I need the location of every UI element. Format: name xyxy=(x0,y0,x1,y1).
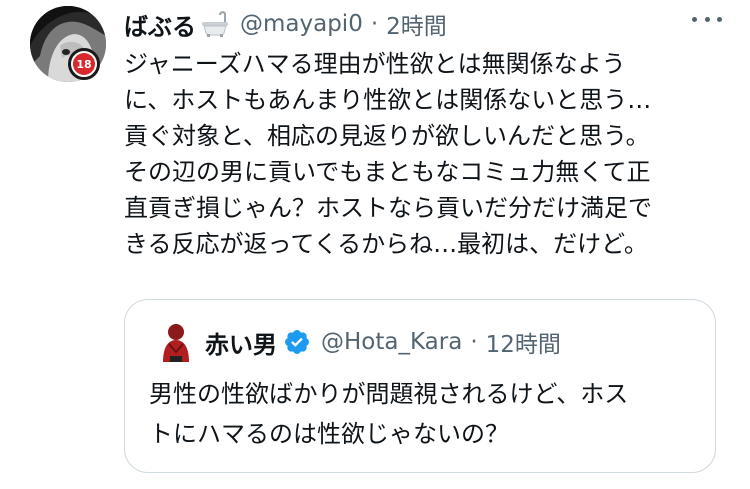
tweet-text-line: 貢ぐ対象と、相応の見返りが欲しいんだと思う。 xyxy=(124,122,650,150)
age-restriction-badge: 18 xyxy=(68,48,100,80)
tweet-body: ジャニーズハマる理由が性欲とは無関係なよう に、ホストもあんまり性欲とは関係ない… xyxy=(124,46,714,262)
quote-meta-separator: · xyxy=(470,329,478,355)
tweet-text-line: きる反応が返ってくるからね…最初は、だけど。 xyxy=(124,230,648,258)
quote-text-line: トにハマるのは性欲じゃないの？ xyxy=(149,420,509,448)
more-icon[interactable] xyxy=(692,14,722,24)
quote-author-avatar[interactable] xyxy=(157,322,195,362)
quote-author-display-name[interactable]: 赤い男 xyxy=(205,325,277,360)
quote-author-handle[interactable]: @Hota_Kara xyxy=(321,329,462,355)
author-display-name[interactable]: ばぶる xyxy=(124,7,196,42)
quote-tweet-card[interactable]: 赤い男 @Hota_Kara · 12時間 男性の性欲ばかりが問題視されるけど、… xyxy=(124,299,716,473)
author-handle[interactable]: @mayapi0 xyxy=(240,11,363,37)
tweet-timestamp[interactable]: 2時間 xyxy=(386,7,447,41)
tweet-text-line: に、ホストもあんまり性欲とは関係ないと思う… xyxy=(124,86,652,114)
quote-header: 赤い男 @Hota_Kara · 12時間 xyxy=(205,322,561,362)
quote-body: 男性の性欲ばかりが問題視されるけど、ホス トにハマるのは性欲じゃないの？ xyxy=(149,374,705,454)
tweet-text-line: ジャニーズハマる理由が性欲とは無関係なよう xyxy=(124,50,626,78)
tweet-text-line: その辺の男に貢いでもまともなコミュ力無くて正 xyxy=(124,158,651,186)
tweet-text-line: 直貢ぎ損じゃん？ホストなら貢いだ分だけ満足で xyxy=(124,194,652,222)
meta-separator: · xyxy=(370,11,379,37)
verified-badge-icon xyxy=(283,328,311,356)
tweet-header: ばぶる @mayapi0 · 2時間 xyxy=(124,4,447,44)
quote-text-line: 男性の性欲ばかりが問題視されるけど、ホス xyxy=(149,380,629,408)
quote-timestamp[interactable]: 12時間 xyxy=(486,325,561,359)
age-restriction-label: 18 xyxy=(73,53,95,75)
bathtub-icon xyxy=(200,11,230,37)
